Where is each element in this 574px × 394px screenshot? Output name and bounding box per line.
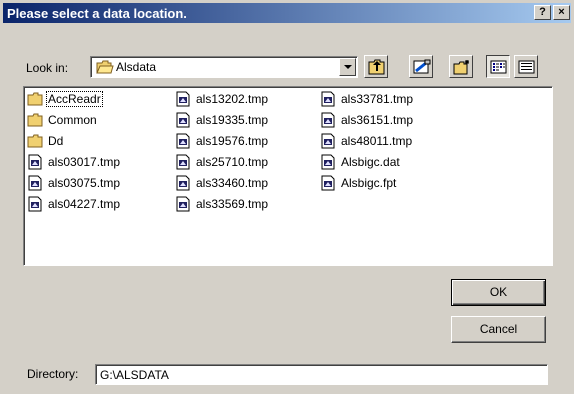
desktop-icon — [413, 59, 431, 74]
file-name: Alsbigc.dat — [341, 155, 400, 169]
up-one-level-button[interactable] — [364, 55, 388, 78]
file-item[interactable]: als03017.tmp — [27, 153, 121, 171]
details-view-icon — [518, 60, 535, 74]
file-icon — [27, 154, 43, 170]
file-name: Alsbigc.fpt — [341, 176, 397, 190]
desktop-button[interactable] — [409, 55, 433, 78]
directory-field[interactable]: G:\ALSDATA — [95, 364, 548, 385]
list-view-button[interactable] — [486, 55, 510, 78]
file-icon — [320, 112, 336, 128]
file-item[interactable]: Alsbigc.fpt — [320, 174, 397, 192]
folder-icon — [27, 112, 43, 128]
file-icon — [175, 91, 191, 107]
folder-item[interactable]: AccReadr — [27, 90, 103, 108]
directory-label: Directory: — [27, 367, 79, 381]
new-folder-icon — [453, 60, 469, 75]
chevron-down-icon[interactable] — [339, 58, 356, 76]
file-icon — [175, 154, 191, 170]
file-item[interactable]: Alsbigc.dat — [320, 153, 401, 171]
file-name: als25710.tmp — [196, 155, 269, 169]
list-view-icon — [490, 60, 507, 74]
file-name: AccReadr — [46, 91, 103, 107]
file-name: als33460.tmp — [196, 176, 269, 190]
file-name: als19576.tmp — [196, 134, 269, 148]
select-data-location-dialog: Please select a data location. ? × Look … — [0, 0, 574, 394]
file-icon — [175, 175, 191, 191]
file-icon — [175, 133, 191, 149]
file-item[interactable]: als33781.tmp — [320, 90, 414, 108]
file-name: als03017.tmp — [48, 155, 121, 169]
file-name: als33781.tmp — [341, 92, 414, 106]
file-icon — [320, 154, 336, 170]
look-in-value: Alsdata — [116, 60, 157, 74]
file-icon — [320, 133, 336, 149]
file-item[interactable]: als13202.tmp — [175, 90, 269, 108]
file-name: als33569.tmp — [196, 197, 269, 211]
window-title: Please select a data location. — [7, 6, 187, 21]
file-item[interactable]: als36151.tmp — [320, 111, 414, 129]
file-item[interactable]: als19576.tmp — [175, 132, 269, 150]
file-name: Common — [48, 113, 97, 127]
file-item[interactable]: als25710.tmp — [175, 153, 269, 171]
folder-item[interactable]: Dd — [27, 132, 64, 150]
ok-button[interactable]: OK — [451, 279, 546, 306]
title-bar[interactable]: Please select a data location. ? × — [3, 3, 571, 23]
file-name: als03075.tmp — [48, 176, 121, 190]
open-folder-icon — [96, 60, 114, 74]
file-icon — [320, 91, 336, 107]
file-item[interactable]: als19335.tmp — [175, 111, 269, 129]
folder-item[interactable]: Common — [27, 111, 98, 129]
close-button[interactable]: × — [553, 5, 570, 20]
file-item[interactable]: als04227.tmp — [27, 195, 121, 213]
help-button[interactable]: ? — [534, 5, 551, 20]
file-icon — [175, 196, 191, 212]
up-one-level-icon — [368, 59, 385, 75]
look-in-label: Look in: — [26, 61, 69, 75]
file-name: als36151.tmp — [341, 113, 414, 127]
new-folder-button[interactable] — [449, 55, 473, 78]
folder-icon — [27, 133, 43, 149]
file-name: als19335.tmp — [196, 113, 269, 127]
file-name: als04227.tmp — [48, 197, 121, 211]
look-in-dropdown[interactable]: Alsdata — [90, 56, 358, 78]
file-icon — [320, 175, 336, 191]
file-item[interactable]: als33460.tmp — [175, 174, 269, 192]
file-name: Dd — [48, 134, 64, 148]
file-list[interactable]: AccReadr Common Dd als03017.tmp als03075.tmp… — [23, 86, 553, 266]
file-icon — [27, 196, 43, 212]
file-name: als48011.tmp — [341, 134, 413, 148]
file-item[interactable]: als48011.tmp — [320, 132, 413, 150]
folder-icon — [27, 91, 43, 107]
cancel-button[interactable]: Cancel — [451, 316, 546, 343]
details-view-button[interactable] — [514, 55, 538, 78]
file-icon — [175, 112, 191, 128]
file-icon — [27, 175, 43, 191]
file-item[interactable]: als33569.tmp — [175, 195, 269, 213]
file-item[interactable]: als03075.tmp — [27, 174, 121, 192]
file-name: als13202.tmp — [196, 92, 269, 106]
